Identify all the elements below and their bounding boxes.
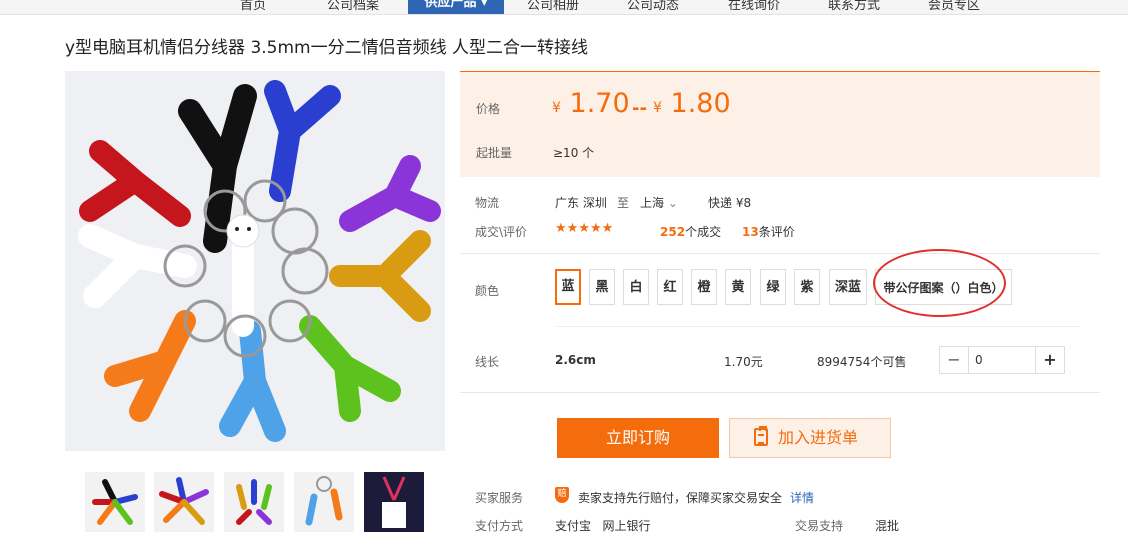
color-option-red[interactable]: 红 [657,269,683,305]
color-option-dark-blue[interactable]: 深蓝 [829,269,867,305]
nav-contact[interactable]: 联系方式 [828,0,880,13]
product-title: y型电脑耳机情侣分线器 3.5mm一分二情侣音频线 人型二合一转接线 [65,38,589,58]
color-option-yellow[interactable]: 黄 [725,269,751,305]
thumbnail-1[interactable] [85,472,145,532]
trade-support-label: 交易支持 [795,519,844,533]
nav-home[interactable]: 首页 [240,0,266,13]
minus-icon[interactable]: − [940,347,969,373]
payment-label: 支付方式 [475,519,524,533]
nav-news[interactable]: 公司动态 [627,0,679,13]
plus-icon[interactable]: + [1035,347,1064,373]
nav-company-profile[interactable]: 公司档案 [327,0,379,13]
buyer-service-label: 买家服务 [475,491,524,505]
color-option-green[interactable]: 绿 [760,269,786,305]
shipping-fee: 快递 ¥8 [708,196,752,210]
price-high: ¥ 1.80 [653,88,731,119]
quantity-input[interactable] [969,347,1037,373]
stock-available: 8994754个可售 [817,355,907,369]
review-count[interactable]: 13条评价 [742,223,795,240]
thumbnail-5[interactable] [364,472,424,532]
color-label: 颜色 [475,284,500,298]
moq-label: 起批量 [476,146,513,160]
color-option-black[interactable]: 黑 [589,269,615,305]
nav-products-active[interactable]: 供应产品 ▾ [408,0,504,14]
shield-icon: 赔 [555,487,569,503]
logistics-to-select[interactable]: 上海 ⌄ [640,194,678,211]
top-nav: 首页 公司档案 供应产品 ▾ 公司相册 公司动态 在线询价 联系方式 会员专区 [0,0,1128,15]
clipboard-icon [754,426,768,446]
thumbnail-4[interactable] [294,472,354,532]
divider [460,253,1100,254]
nav-album[interactable]: 公司相册 [527,0,579,13]
add-to-list-label: 加入进货单 [778,428,859,447]
logistics-label: 物流 [475,196,500,210]
color-option-orange[interactable]: 橙 [691,269,717,305]
divider [460,392,1100,393]
price-label: 价格 [476,102,501,116]
color-option-purple[interactable]: 紫 [794,269,820,305]
product-main-image[interactable] [65,71,445,451]
price-separator: -- [632,98,647,119]
chevron-down-icon: ⌄ [667,196,678,210]
divider [555,326,1080,327]
moq-value: ≥10 个 [553,146,595,160]
nav-members[interactable]: 会员专区 [928,0,980,13]
color-option-white[interactable]: 白 [623,269,649,305]
thumbnail-3[interactable] [224,472,284,532]
payment-methods: 支付宝 网上银行 [555,519,651,533]
sold-count[interactable]: 252个成交 [660,223,721,240]
quantity-stepper: − + [939,346,1065,374]
unit-price: 1.70元 [724,355,763,369]
trade-support-value: 混批 [875,519,900,533]
price-panel: 价格 ¥ 1.70 -- ¥ 1.80 起批量 ≥10 个 [460,71,1100,177]
rating-stars-icon: ★★★★★ [555,221,614,236]
guarantee-text: 卖家支持先行赔付，保障买家交易安全 [578,491,783,505]
order-now-button[interactable]: 立即订购 [557,418,719,458]
price-low: ¥ 1.70 [552,88,630,119]
details-link[interactable]: 详情 [790,489,814,506]
add-to-purchase-list-button[interactable]: 加入进货单 [729,418,891,458]
nav-inquiry[interactable]: 在线询价 [728,0,780,13]
length-value: 2.6cm [555,353,596,367]
color-option-blue[interactable]: 蓝 [555,269,581,305]
thumbnail-2[interactable] [154,472,214,532]
logistics-from: 广东 深圳 [555,196,607,210]
annotation-circle [873,249,1006,317]
logistics-to-word: 至 [617,196,630,210]
deals-label: 成交\评价 [475,225,528,239]
length-label: 线长 [475,355,500,369]
